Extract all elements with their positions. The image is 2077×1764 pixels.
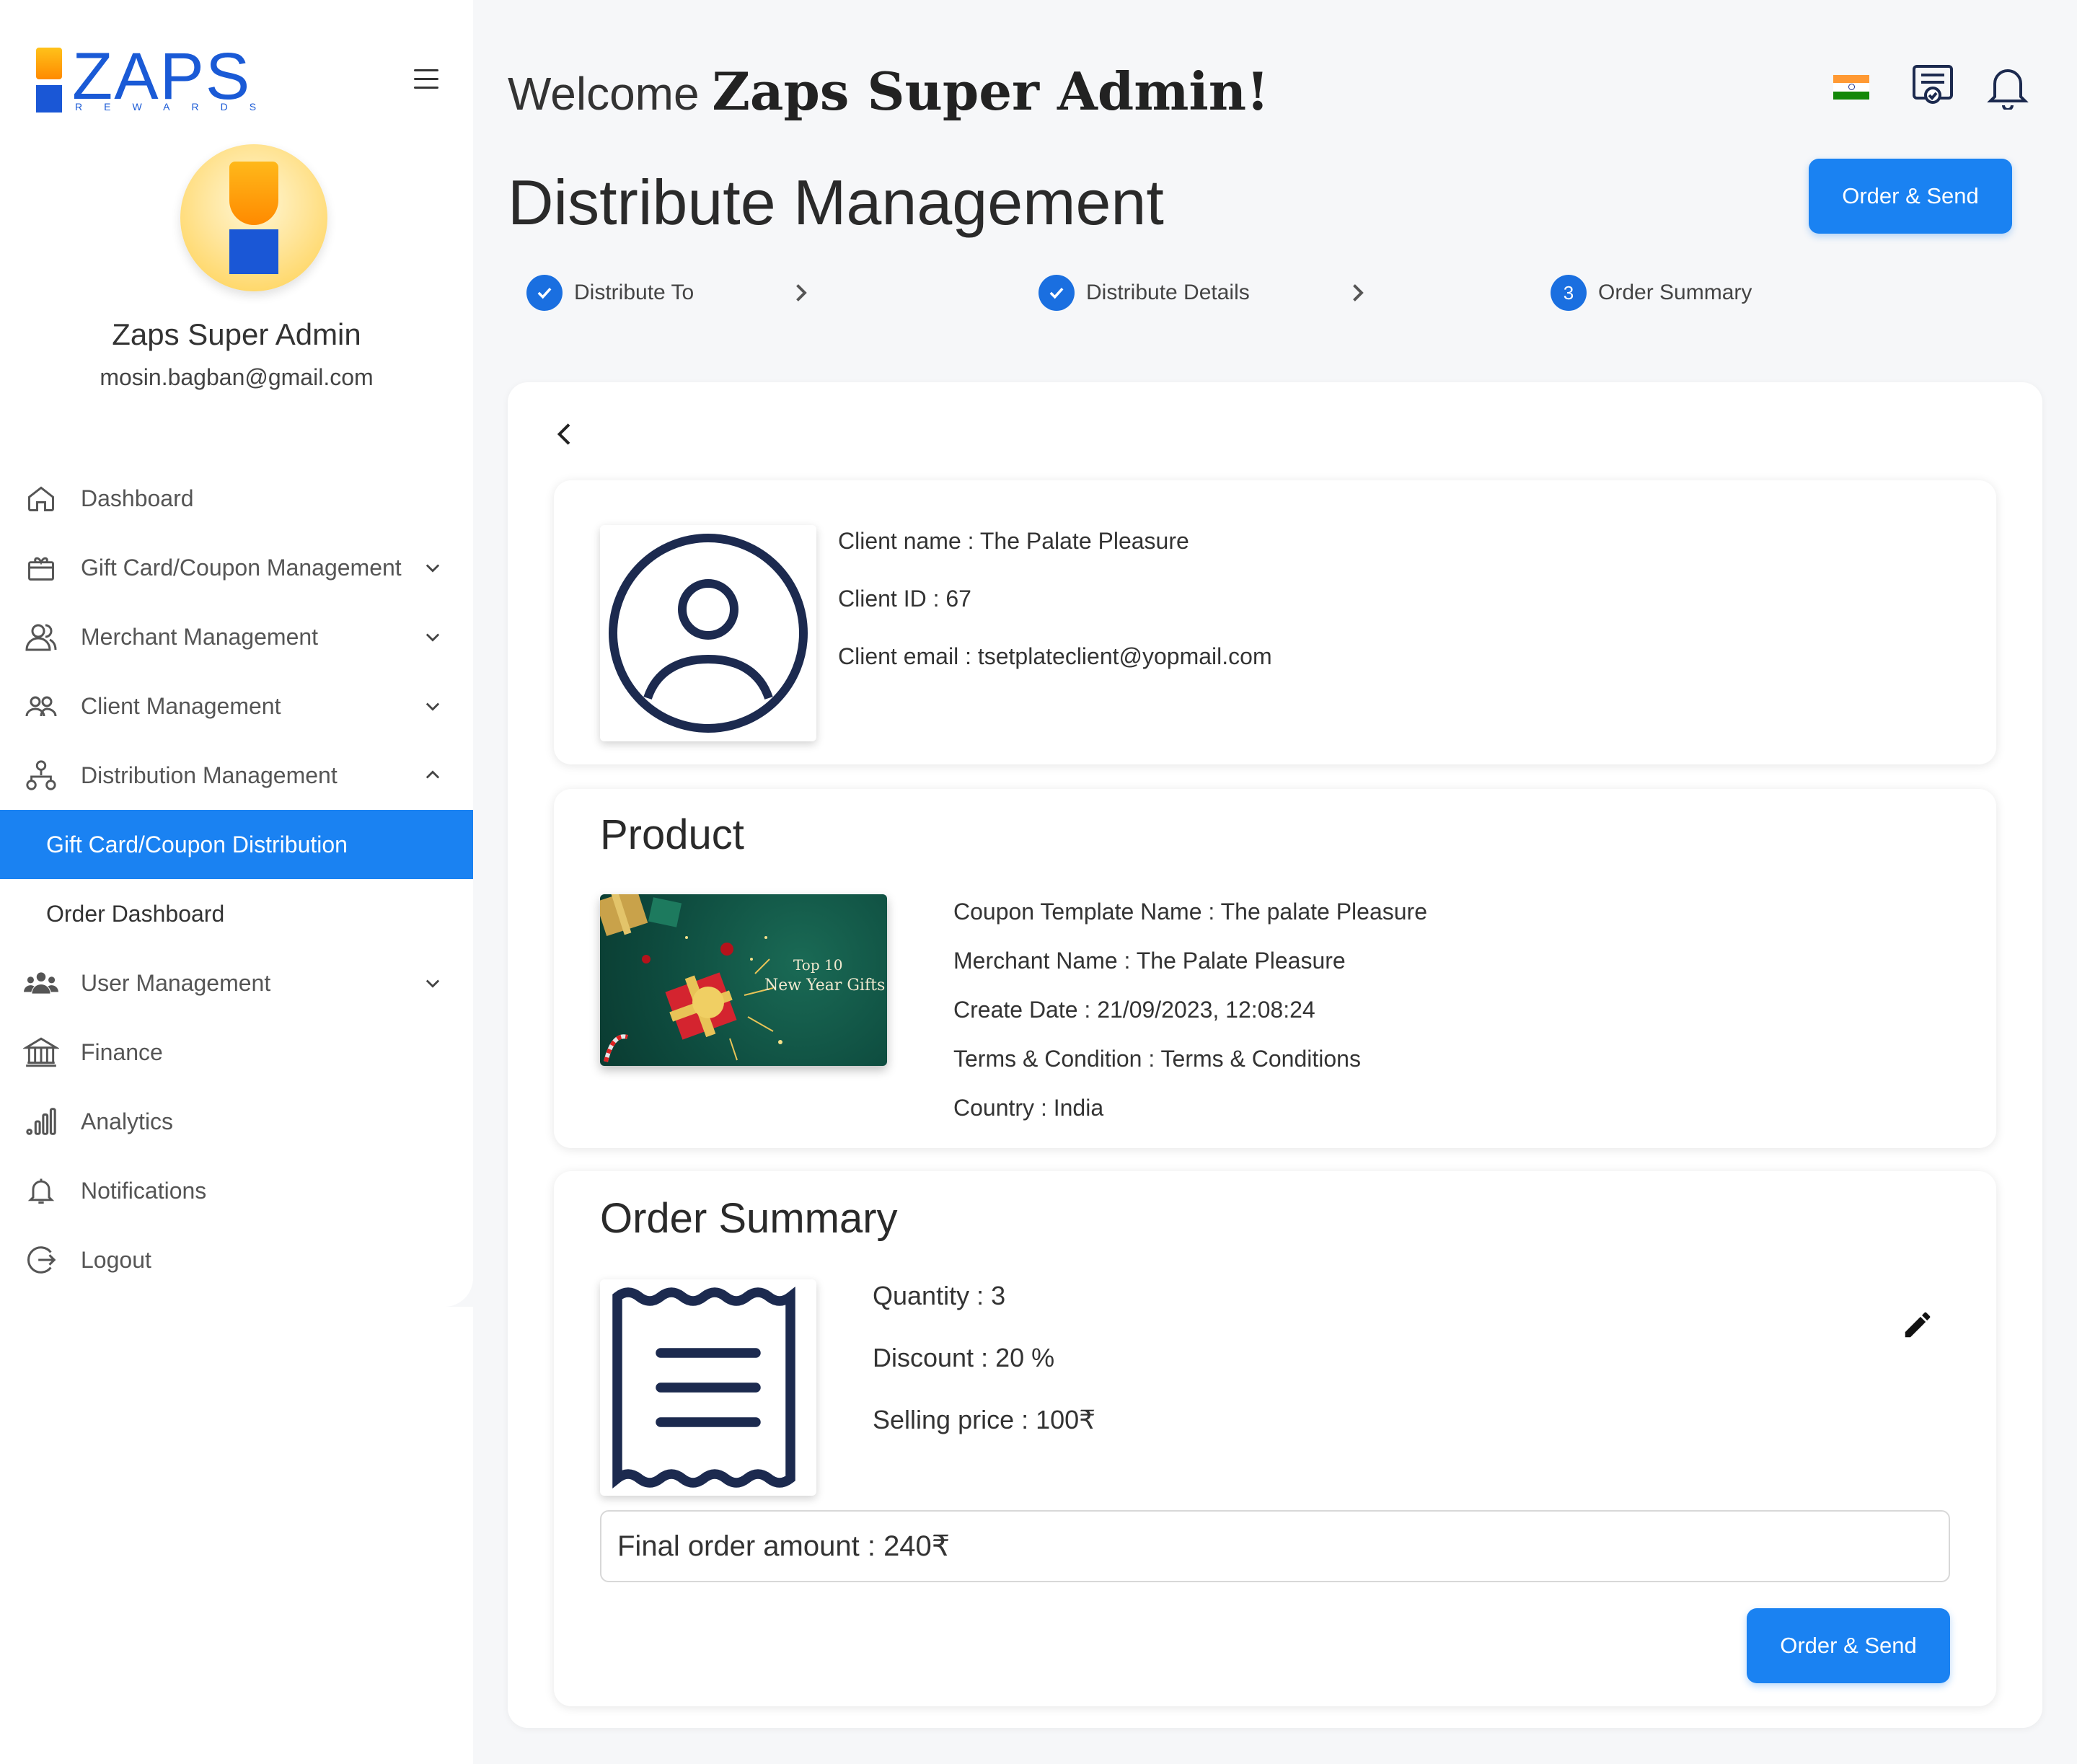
sidebar-item-label: Client Management [81, 692, 281, 719]
back-arrow-icon[interactable] [551, 418, 580, 450]
profile-name: Zaps Super Admin [112, 317, 361, 351]
sidebar-item-label: Dashboard [81, 485, 194, 511]
sidebar-item-logout[interactable]: Logout [0, 1225, 473, 1295]
final-order-amount: Final order amount : 240₹ [600, 1510, 1950, 1582]
order-quantity: Quantity : 3 [873, 1281, 1006, 1310]
sidebar-item-label: Finance [81, 1038, 163, 1065]
chevron-down-icon [425, 564, 440, 573]
page-title: Distribute Management [508, 167, 1164, 238]
sidebar: ZAPS REWARDS Zaps Super Admin mosin.bagb… [0, 0, 473, 1307]
india-flag-icon[interactable] [1833, 75, 1869, 100]
product-title: Product [600, 811, 744, 858]
step-label: Order Summary [1598, 281, 1752, 304]
sidebar-item-finance[interactable]: Finance [0, 1018, 473, 1087]
logo-mark-top [36, 48, 62, 79]
sidebar-item-label: User Management [81, 969, 271, 996]
product-image-text-2: New Year Gifts [764, 976, 886, 995]
group-icon [23, 965, 59, 1001]
avatar [180, 144, 327, 291]
sidebar-subitem-order-dashboard[interactable]: Order Dashboard [0, 879, 473, 948]
welcome-prefix: Welcome [508, 68, 700, 120]
gift-icon [23, 550, 59, 586]
welcome-heading: Welcome Zaps Super Admin! [508, 61, 1269, 122]
chevron-down-icon [425, 633, 440, 642]
bell-icon [23, 1173, 59, 1209]
logo-mark-bottom [36, 85, 62, 113]
sidebar-item-merchant-management[interactable]: Merchant Management [0, 602, 473, 671]
sidebar-subitem-giftcard-distribution[interactable]: Gift Card/Coupon Distribution [0, 810, 473, 879]
product-create-date: Create Date : 21/09/2023, 12:08:24 [953, 997, 1315, 1023]
product-image-text-1: Top 10 [793, 956, 843, 974]
menu-toggle-icon[interactable] [414, 69, 438, 89]
bar-chart-icon [23, 1103, 59, 1139]
sidebar-item-notifications[interactable]: Notifications [0, 1156, 473, 1225]
step-order-summary[interactable]: 3 Order Summary [1551, 274, 1752, 312]
product-image: Top 10 New Year Gifts [600, 894, 887, 1066]
sidebar-item-dashboard[interactable]: Dashboard [0, 464, 473, 533]
check-icon [526, 275, 563, 311]
zaps-logo[interactable]: ZAPS REWARDS [32, 40, 270, 117]
bell-icon[interactable] [1986, 63, 2029, 110]
bank-icon [23, 1034, 59, 1070]
final-order-amount-text: Final order amount : 240₹ [617, 1530, 951, 1562]
home-icon [23, 480, 59, 516]
step-label: Distribute To [574, 281, 694, 304]
sidebar-item-label: Analytics [81, 1108, 174, 1134]
product-merchant-name: Merchant Name : The Palate Pleasure [953, 948, 1346, 974]
sidebar-item-label: Gift Card/Coupon Distribution [46, 831, 348, 857]
welcome-name: Zaps Super Admin! [712, 61, 1269, 122]
step-distribute-details[interactable]: Distribute Details [1038, 274, 1250, 312]
sidebar-item-analytics[interactable]: Analytics [0, 1087, 473, 1156]
sidebar-item-label: Notifications [81, 1177, 207, 1204]
edit-pencil-icon[interactable] [1901, 1308, 1934, 1341]
order-discount: Discount : 20 % [873, 1343, 1055, 1372]
client-email: Client email : tsetplateclient@yopmail.c… [838, 643, 1272, 669]
check-icon [1038, 275, 1075, 311]
receipt-icon [612, 1286, 795, 1489]
step-number: 3 [1551, 275, 1587, 311]
chevron-down-icon [425, 702, 440, 711]
user-circle-icon [609, 534, 808, 733]
sidebar-lower [0, 1307, 473, 1764]
chevron-up-icon [425, 770, 440, 779]
chevron-down-icon [425, 979, 440, 988]
receipt-thumbnail [600, 1279, 816, 1496]
sidebar-item-label: Distribution Management [81, 762, 338, 788]
sidebar-item-label: Logout [81, 1246, 151, 1273]
client-avatar [600, 525, 816, 741]
logo-tagline: REWARDS [75, 101, 278, 113]
users-icon [23, 688, 59, 724]
product-country: Country : India [953, 1095, 1104, 1121]
chevron-right-icon [1353, 284, 1364, 301]
sidebar-item-giftcard-management[interactable]: Gift Card/Coupon Management [0, 533, 473, 602]
hierarchy-icon [23, 757, 59, 793]
logout-icon [23, 1242, 59, 1278]
order-selling-price: Selling price : 100₹ [873, 1405, 1096, 1434]
certificate-icon[interactable] [1911, 63, 1954, 110]
merchant-icon [23, 619, 59, 655]
step-label: Distribute Details [1086, 281, 1250, 304]
sidebar-item-label: Order Dashboard [46, 900, 225, 927]
product-terms: Terms & Condition : Terms & Conditions [953, 1046, 1361, 1072]
sidebar-item-user-management[interactable]: User Management [0, 948, 473, 1018]
chevron-right-icon [796, 284, 807, 301]
sidebar-item-client-management[interactable]: Client Management [0, 671, 473, 741]
sidebar-item-label: Gift Card/Coupon Management [81, 554, 402, 581]
client-name: Client name : The Palate Pleasure [838, 528, 1189, 554]
step-distribute-to[interactable]: Distribute To [526, 274, 694, 312]
order-send-button[interactable]: Order & Send [1747, 1608, 1950, 1683]
sidebar-item-distribution-management[interactable]: Distribution Management [0, 741, 473, 810]
sidebar-item-label: Merchant Management [81, 623, 319, 650]
order-summary-title: Order Summary [600, 1195, 898, 1242]
order-send-button-top[interactable]: Order & Send [1809, 159, 2012, 234]
profile-email: mosin.bagban@gmail.com [100, 364, 374, 390]
product-template-name: Coupon Template Name : The palate Pleasu… [953, 899, 1427, 925]
client-id: Client ID : 67 [838, 586, 971, 612]
